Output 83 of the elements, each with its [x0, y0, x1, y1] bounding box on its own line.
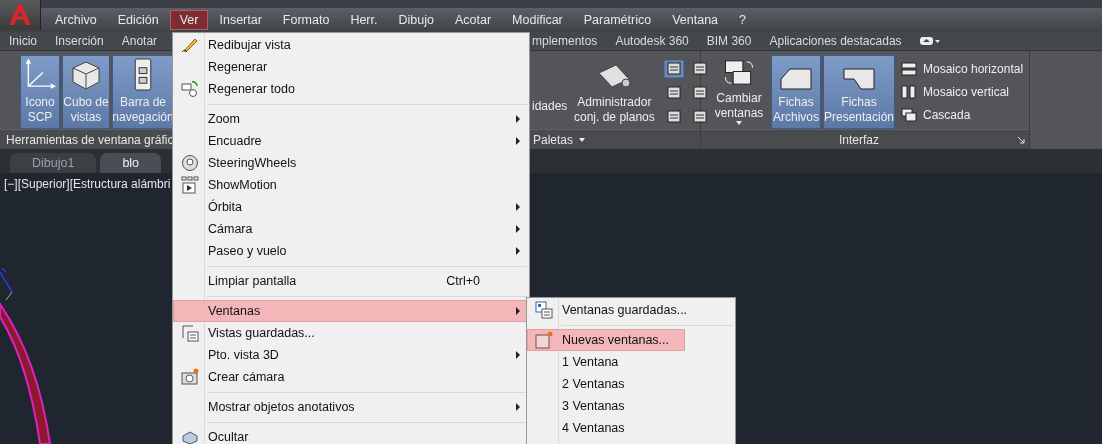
viewport-label[interactable]: [−][Superior][Estructura alámbri — [0, 172, 172, 196]
saved-views-icon — [181, 324, 199, 342]
menu-bar-item[interactable]: Acotar — [444, 10, 502, 30]
menu-item[interactable]: Redibujar vista — [173, 34, 529, 56]
ribbon-tab[interactable]: Inserción — [46, 34, 113, 48]
file-tab-icon — [780, 65, 812, 91]
menu-item[interactable]: 4 Ventanas — [527, 417, 735, 439]
cascade-icon — [901, 108, 917, 123]
menu-item[interactable]: Ventanas guardadas... — [527, 299, 735, 321]
menu-item[interactable]: Crear cámara — [173, 366, 529, 388]
menu-item[interactable]: SteeringWheels — [173, 152, 529, 174]
menu-bar-item[interactable]: Dibujo — [388, 10, 444, 30]
launcher-icon[interactable] — [1017, 135, 1025, 144]
steering-wheel-icon — [181, 154, 199, 172]
ribbon-tab[interactable]: mplementos — [530, 34, 607, 48]
menu-item[interactable]: 3 Ventanas — [527, 395, 735, 417]
button-label: idades — [532, 99, 568, 113]
ribbon-list-button[interactable]: Cascada — [901, 108, 1024, 123]
ribbon-button[interactable]: Cubo de vistas — [62, 55, 110, 129]
menu-bar-item[interactable]: Archivo — [45, 10, 107, 30]
menu-item[interactable]: Nuevas ventanas... — [527, 329, 685, 351]
menu-bar-item[interactable]: Ver — [169, 10, 209, 30]
panel-title[interactable]: Paletas — [533, 132, 574, 147]
file-tab[interactable]: Dibujo1 — [10, 153, 97, 173]
ribbon-tab[interactable]: Inicio — [0, 34, 46, 48]
panel-toggle-icon[interactable] — [918, 36, 941, 46]
menu-item[interactable]: Órbita — [173, 196, 529, 218]
axes-icon — [23, 58, 57, 91]
menu-item[interactable]: Vistas guardadas... — [173, 322, 529, 344]
ribbon-tab[interactable]: BIM 360 — [697, 34, 761, 48]
menu-bar-item[interactable]: Herr. — [340, 10, 388, 30]
menu-bar-item[interactable]: ? — [729, 10, 756, 30]
ribbon-list-button[interactable]: Mosaico vertical — [901, 85, 1024, 99]
menu-bar-item[interactable]: Formato — [272, 10, 340, 30]
panel-title: Herramientas de ventana gráfic — [6, 132, 174, 147]
pencil-icon — [181, 36, 199, 54]
switch-windows-icon — [723, 58, 755, 87]
menu-item[interactable]: Ventanas — [173, 300, 529, 322]
menu-item[interactable]: ShowMotion — [173, 174, 529, 196]
ribbon-tab[interactable]: Aplicaciones destacadas — [760, 34, 911, 48]
ucs-icon — [0, 267, 13, 301]
ribbon-button[interactable]: Barra de navegación — [112, 55, 174, 129]
menu-bar-item[interactable]: Ventana — [662, 10, 729, 30]
hide-icon — [181, 430, 199, 444]
menu-item[interactable]: 2 Ventanas — [527, 373, 735, 395]
navigation-bar-icon — [133, 58, 153, 91]
ribbon-button[interactable]: Administrador conj. de planos — [571, 55, 658, 129]
dropdown-icon[interactable] — [579, 137, 586, 142]
layout-tab-icon — [843, 65, 875, 91]
film-play-icon — [181, 176, 199, 194]
ribbon-button[interactable]: Fichas Presentación — [823, 55, 895, 129]
ribbon-tab[interactable]: Anotar — [112, 34, 167, 48]
menu-bar-item[interactable]: Modificar — [502, 10, 573, 30]
menu-bar-item[interactable]: Edición — [107, 10, 169, 30]
menu-item[interactable]: Zoom — [173, 108, 529, 130]
app-menu-button[interactable] — [0, 0, 41, 30]
new-window-icon — [535, 331, 553, 349]
menu-item[interactable]: Paseo y vuelo — [173, 240, 529, 262]
regenerate-icon — [181, 80, 199, 98]
cube-icon — [70, 59, 102, 91]
palette-icon[interactable] — [663, 59, 686, 79]
file-tab[interactable]: blo — [100, 153, 162, 173]
menu-item[interactable]: Pto. vista 3D — [173, 344, 529, 366]
ribbon-button[interactable]: Icono SCP — [20, 55, 60, 129]
ribbon-tab[interactable]: Autodesk 360 — [606, 34, 698, 48]
menu-item[interactable]: Regenerar — [173, 56, 529, 78]
camera-icon — [181, 368, 199, 386]
menu-item[interactable]: Ocultar — [173, 426, 529, 444]
menu-item[interactable]: Encuadre — [173, 130, 529, 152]
ribbon-button[interactable]: Fichas Archivos — [771, 55, 821, 129]
menu-bar-item[interactable]: Insertar — [209, 10, 272, 30]
saved-windows-icon — [535, 301, 553, 319]
ribbon-button[interactable]: Cambiar ventanas — [709, 55, 769, 129]
menu-item[interactable]: Regenerar todo — [173, 78, 529, 100]
tile-horizontal-icon — [901, 61, 917, 76]
tile-vertical-icon — [901, 85, 917, 99]
menu-item[interactable]: 1 Ventana — [527, 351, 735, 373]
ribbon-list-button[interactable]: Mosaico horizontal — [901, 61, 1024, 76]
menu-item[interactable]: Cámara — [173, 218, 529, 240]
menu-item[interactable]: Mostrar objetos anotativos — [173, 396, 529, 418]
menu-item[interactable]: Limpiar pantalla Ctrl+0 — [173, 270, 529, 292]
menu-bar-item[interactable]: Paramétrico — [573, 10, 662, 30]
panel-title: Interfaz — [839, 132, 879, 147]
